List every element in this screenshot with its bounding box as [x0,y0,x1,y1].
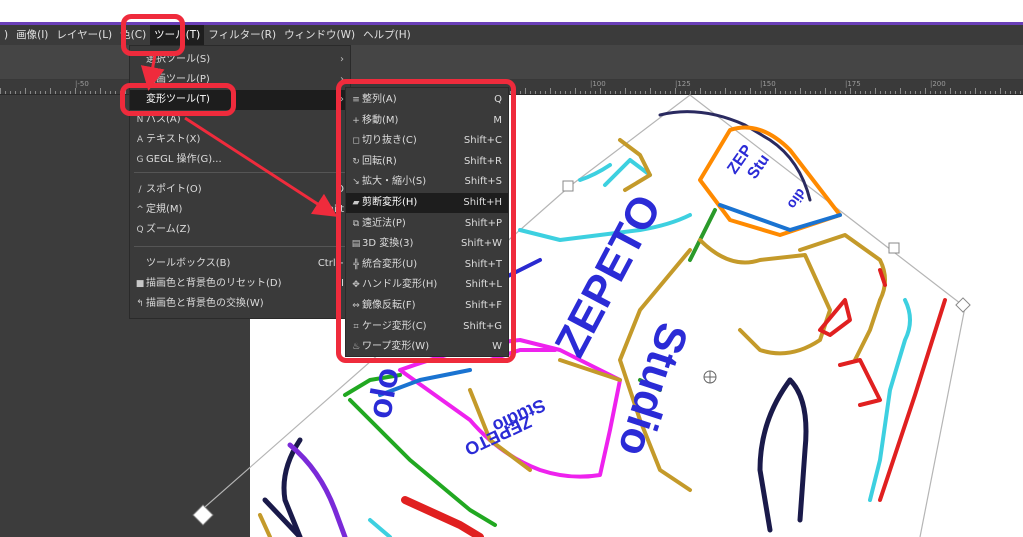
menu-item-icon: G [136,155,144,165]
menu-separator [134,246,346,247]
menu-item-icon: A [136,135,144,145]
highlight-box-tools-menu [121,14,185,56]
menu-item-icon: Q [136,225,144,235]
menu-item-label: 描画色と背景色の交換(W) [146,298,264,309]
tools-menu-item[interactable]: ツールボックス(B) Ctrl+ [130,254,350,274]
olo-text: olo [360,365,406,422]
menu-item-label: ツールボックス(B) [146,258,231,269]
menu-item-icon: ^ [136,205,144,215]
studio-text: Studio [608,317,697,462]
tools-menu-item[interactable]: ↰ 描画色と背景色の交換(W) [130,294,350,314]
menu-item-label: GEGL 操作(G)... [146,154,222,165]
tools-menu-item[interactable]: Q ズーム(Z) [130,220,350,240]
submenu-arrow-icon: › [340,54,344,65]
tools-menu-item[interactable]: ■ 描画色と背景色のリセット(D) I [130,274,350,294]
tools-menu-item[interactable]: A テキスト(X) [130,130,350,150]
menu-item-icon: / [138,185,142,195]
menu-item-label: ズーム(Z) [146,224,191,235]
transform-handle[interactable] [192,504,214,526]
menu-item-icon: ↰ [136,299,144,309]
menu-item-label: スポイト(O) [146,184,202,195]
highlight-box-transform-tools [120,83,236,116]
transform-handle[interactable] [888,242,900,254]
transform-handle[interactable] [955,297,971,313]
highlight-box-transform-submenu [336,79,516,363]
menu-item-icon: ■ [135,279,145,289]
tools-menu-item[interactable]: ^ 定規(M) Shift [130,200,350,220]
tools-menu-item[interactable]: G GEGL 操作(G)... [130,150,350,170]
transform-handle[interactable] [562,180,574,192]
menu-separator [134,172,346,173]
tools-menu-item[interactable]: / スポイト(O) O [130,180,350,200]
menu-item-label: 描画色と背景色のリセット(D) [146,278,282,289]
menu-item-label: 定規(M) [146,204,183,215]
menu-item-label: テキスト(X) [146,134,201,145]
